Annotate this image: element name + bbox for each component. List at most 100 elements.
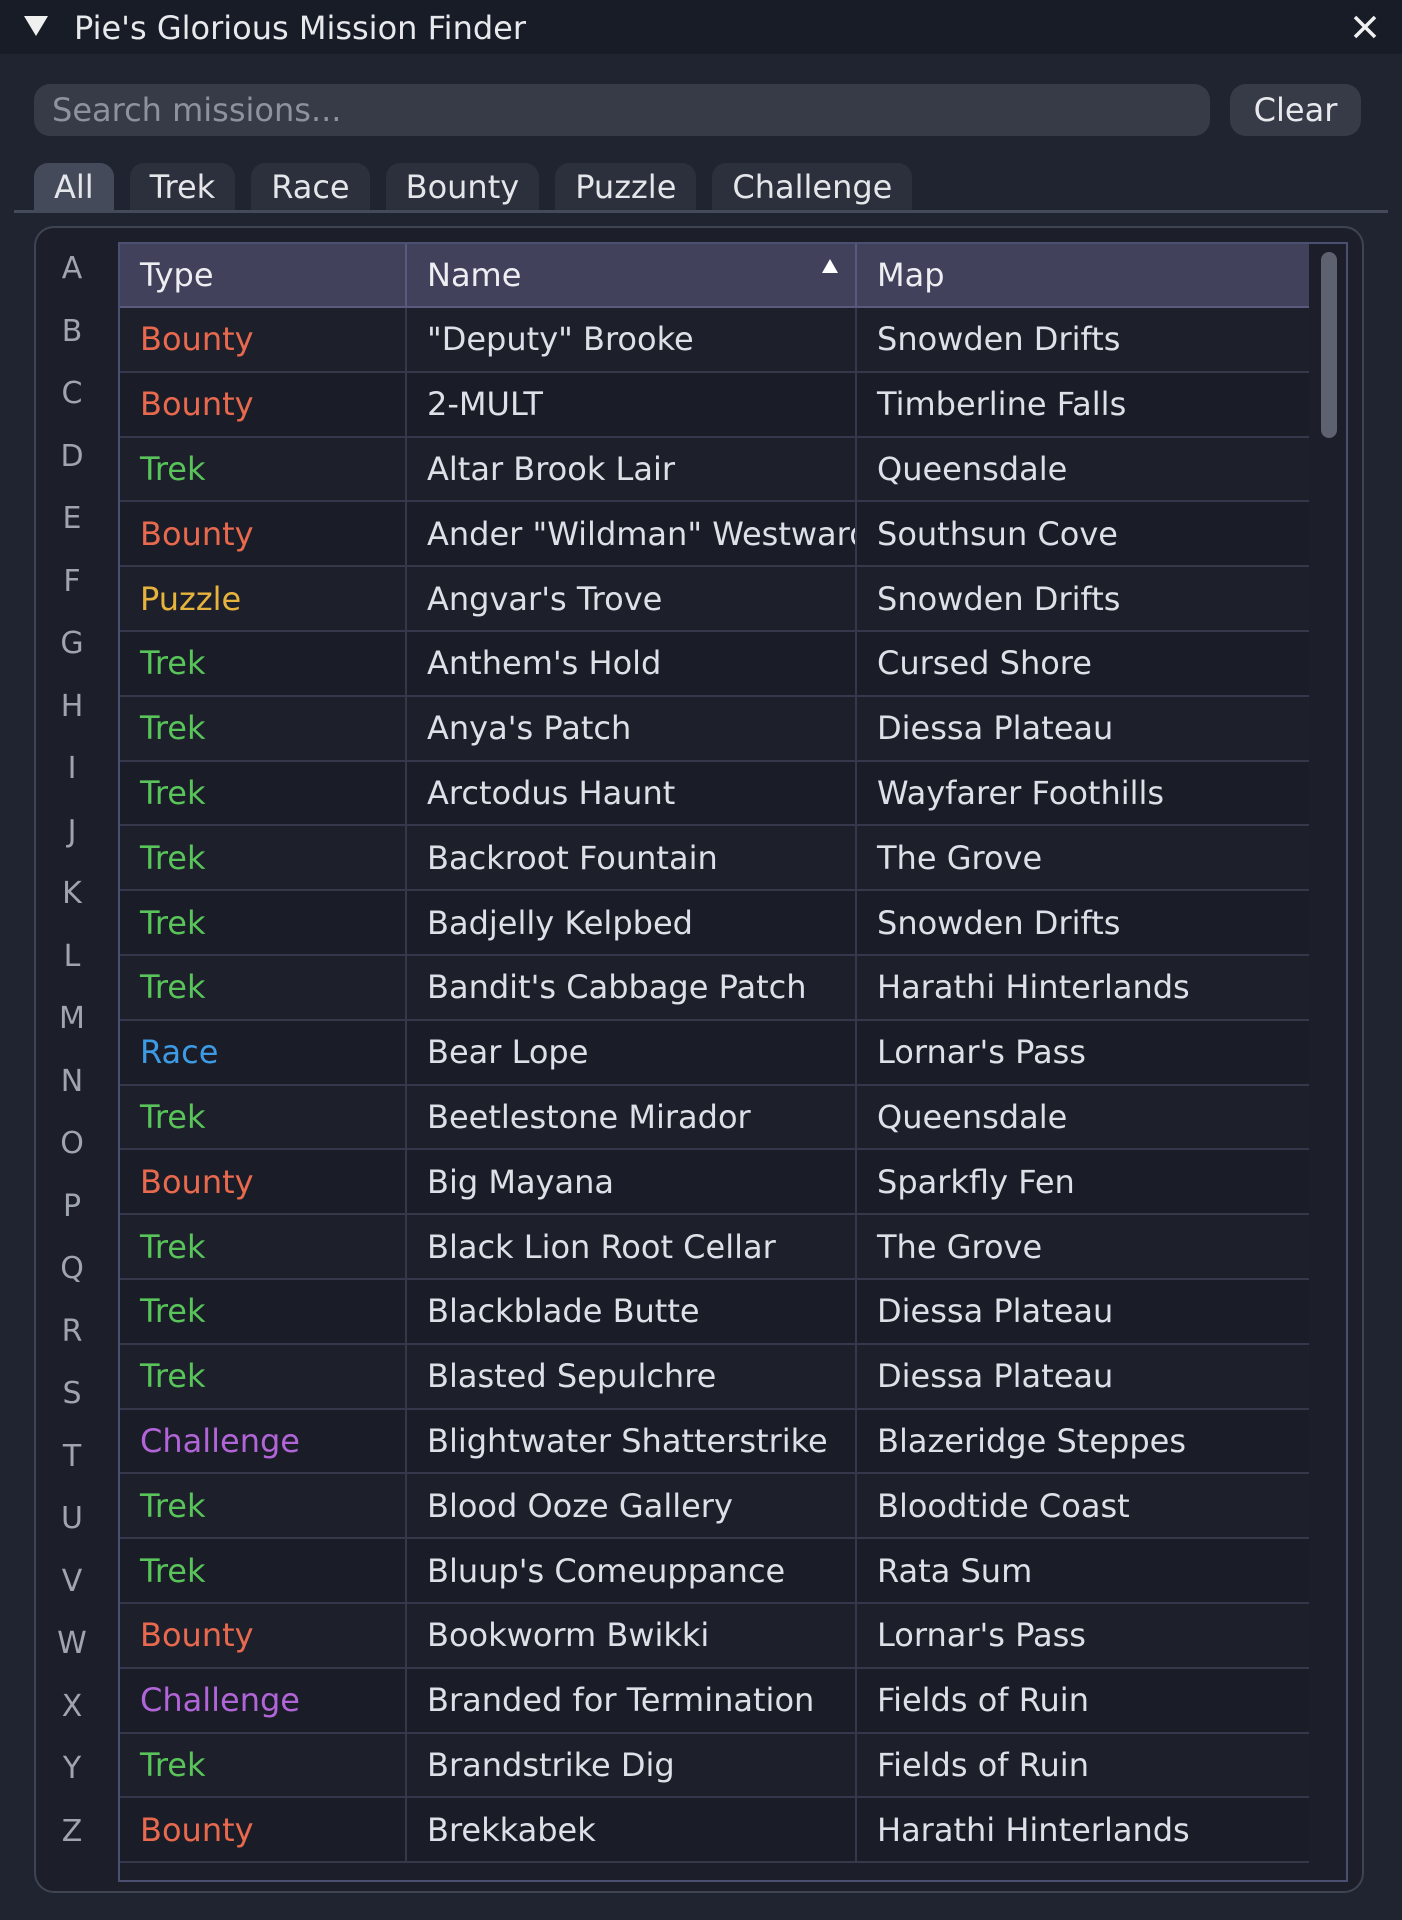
table-row[interactable]: Challenge Branded for Termination Fields o… (120, 1668, 1311, 1734)
mission-map-cell: Queensdale (857, 1085, 1311, 1149)
mission-name-cell: Angvar's Trove (407, 567, 857, 630)
mission-type-cell: Trek (120, 1733, 407, 1797)
alphabet-letter-s[interactable]: S (62, 1379, 81, 1442)
clear-button[interactable]: Clear (1230, 84, 1361, 136)
table-row[interactable]: Trek Black Lion Root Cellar The Grove (120, 1215, 1311, 1280)
tab-bounty[interactable]: Bounty (385, 163, 540, 211)
table-row[interactable]: Bounty Bookworm Bwikki Lornar's Pass (120, 1603, 1311, 1669)
table-row[interactable]: Trek Anthem's Hold Cursed Shore (120, 631, 1311, 697)
alphabet-letter-x[interactable]: X (62, 1691, 83, 1755)
table-row[interactable]: Trek Blasted Sepulchre Diessa Plateau (120, 1344, 1311, 1410)
mission-name-cell: Blasted Sepulchre (407, 1344, 857, 1408)
alphabet-letter-i[interactable]: I (68, 754, 77, 817)
alphabet-letter-e[interactable]: E (63, 504, 82, 567)
mission-name-cell: Bookworm Bwikki (407, 1603, 857, 1667)
tab-challenge[interactable]: Challenge (712, 163, 913, 211)
alphabet-letter-u[interactable]: U (61, 1504, 83, 1567)
close-icon[interactable] (1348, 10, 1382, 44)
alphabet-letter-h[interactable]: H (61, 691, 84, 755)
table-row[interactable]: Trek Altar Brook Lair Queensdale (120, 437, 1311, 503)
alphabet-letter-k[interactable]: K (62, 879, 82, 942)
column-header-label: Type (140, 256, 214, 294)
alphabet-letter-t[interactable]: T (63, 1441, 81, 1505)
mission-type-cell: Bounty (120, 1798, 407, 1862)
mission-type-cell: Trek (120, 1279, 407, 1343)
table-row[interactable]: Trek Badjelly Kelpbed Snowden Drifts (120, 891, 1311, 956)
mission-type-cell: Bounty (120, 308, 407, 371)
mission-name-cell: Blightwater Shatterstrike (407, 1409, 857, 1473)
mission-type-cell: Challenge (120, 1409, 407, 1473)
table-row[interactable]: Trek Anya's Patch Diessa Plateau (120, 696, 1311, 762)
alphabet-letter-m[interactable]: M (59, 1004, 85, 1067)
mission-map-cell: Harathi Hinterlands (857, 955, 1311, 1019)
mission-name-cell: Arctodus Haunt (407, 761, 857, 825)
alphabet-letter-z[interactable]: Z (62, 1816, 83, 1880)
alphabet-letter-p[interactable]: P (63, 1191, 81, 1255)
scrollbar-track[interactable] (1309, 244, 1346, 1880)
mission-name-cell: Beetlestone Mirador (407, 1085, 857, 1149)
tab-all[interactable]: All (34, 163, 114, 211)
mission-map-cell: Lornar's Pass (857, 1603, 1311, 1667)
mission-type-cell: Bounty (120, 372, 407, 436)
table-row[interactable]: Bounty 2-MULT Timberline Falls (120, 372, 1311, 438)
mission-map-cell: Fields of Ruin (857, 1733, 1311, 1797)
alphabet-letter-q[interactable]: Q (60, 1254, 84, 1317)
mission-map-cell: Harathi Hinterlands (857, 1798, 1311, 1862)
title-bar: Pie's Glorious Mission Finder (0, 0, 1402, 54)
mission-map-cell: Wayfarer Foothills (857, 761, 1311, 825)
table-row[interactable]: Challenge Blightwater Shatterstrike Blazer… (120, 1409, 1311, 1475)
alphabet-letter-b[interactable]: B (62, 316, 83, 380)
mission-type-cell: Bounty (120, 502, 407, 566)
mission-map-cell: Rata Sum (857, 1539, 1311, 1602)
mission-type-cell: Trek (120, 1474, 407, 1538)
mission-type-cell: Race (120, 1020, 407, 1084)
table-row[interactable]: Bounty "Deputy" Brooke Snowden Drifts (120, 308, 1311, 373)
table-row[interactable]: Puzzle Angvar's Trove Snowden Drifts (120, 567, 1311, 632)
alphabet-letter-n[interactable]: N (61, 1066, 83, 1130)
alphabet-letter-l[interactable]: L (64, 941, 81, 1005)
table-row[interactable]: Bounty Brekkabek Harathi Hinterlands (120, 1798, 1311, 1864)
alphabet-letter-a[interactable]: A (62, 254, 83, 317)
alphabet-letter-o[interactable]: O (60, 1129, 84, 1192)
alphabet-letter-v[interactable]: V (62, 1566, 83, 1630)
mission-map-cell: Snowden Drifts (857, 308, 1311, 371)
mission-name-cell: 2-MULT (407, 372, 857, 436)
mission-map-cell: Diessa Plateau (857, 1279, 1311, 1343)
mission-type-cell: Trek (120, 631, 407, 695)
mission-finder-window: Pie's Glorious Mission Finder Clear All T… (0, 0, 1402, 1920)
alphabet-letter-c[interactable]: C (62, 379, 83, 442)
alphabet-letter-d[interactable]: D (60, 441, 83, 505)
column-header-map[interactable]: Map (857, 244, 1311, 306)
window-title: Pie's Glorious Mission Finder (74, 9, 526, 47)
table-row[interactable]: Trek Bluup's Comeuppance Rata Sum (120, 1539, 1311, 1604)
alphabet-letter-y[interactable]: Y (63, 1754, 81, 1817)
alphabet-letter-r[interactable]: R (62, 1316, 83, 1380)
tab-race[interactable]: Race (251, 163, 370, 211)
column-header-type[interactable]: Type (120, 244, 407, 306)
table-row[interactable]: Trek Blackblade Butte Diessa Plateau (120, 1279, 1311, 1345)
table-row[interactable]: Trek Beetlestone Mirador Queensdale (120, 1085, 1311, 1151)
alphabet-letter-f[interactable]: F (63, 566, 80, 630)
collapse-triangle-icon[interactable] (22, 14, 50, 38)
table-row[interactable]: Bounty Ander "Wildman" Westward Southsun C… (120, 502, 1311, 568)
search-input[interactable] (34, 84, 1210, 136)
tab-puzzle[interactable]: Puzzle (555, 163, 697, 211)
table-row[interactable]: Bounty Big Mayana Sparkfly Fen (120, 1150, 1311, 1216)
alphabet-letter-w[interactable]: W (57, 1629, 87, 1692)
scrollbar-thumb[interactable] (1321, 252, 1337, 438)
table-row[interactable]: Trek Blood Ooze Gallery Bloodtide Coast (120, 1474, 1311, 1540)
mission-map-cell: Bloodtide Coast (857, 1474, 1311, 1538)
table-row[interactable]: Race Bear Lope Lornar's Pass (120, 1020, 1311, 1086)
table-row[interactable]: Trek Backroot Fountain The Grove (120, 826, 1311, 892)
table-row[interactable]: Trek Bandit's Cabbage Patch Harathi Hinter… (120, 955, 1311, 1021)
alphabet-letter-j[interactable]: J (68, 816, 77, 880)
column-header-name[interactable]: Name (407, 244, 857, 306)
mission-name-cell: Big Mayana (407, 1150, 857, 1214)
alphabet-letter-g[interactable]: G (60, 629, 83, 692)
tab-trek[interactable]: Trek (129, 163, 236, 211)
table-row[interactable]: Trek Brandstrike Dig Fields of Ruin (120, 1733, 1311, 1799)
table-row[interactable]: Trek Arctodus Haunt Wayfarer Foothills (120, 761, 1311, 827)
mission-type-cell: Bounty (120, 1150, 407, 1214)
mission-name-cell: Bandit's Cabbage Patch (407, 955, 857, 1019)
mission-name-cell: Brandstrike Dig (407, 1733, 857, 1797)
